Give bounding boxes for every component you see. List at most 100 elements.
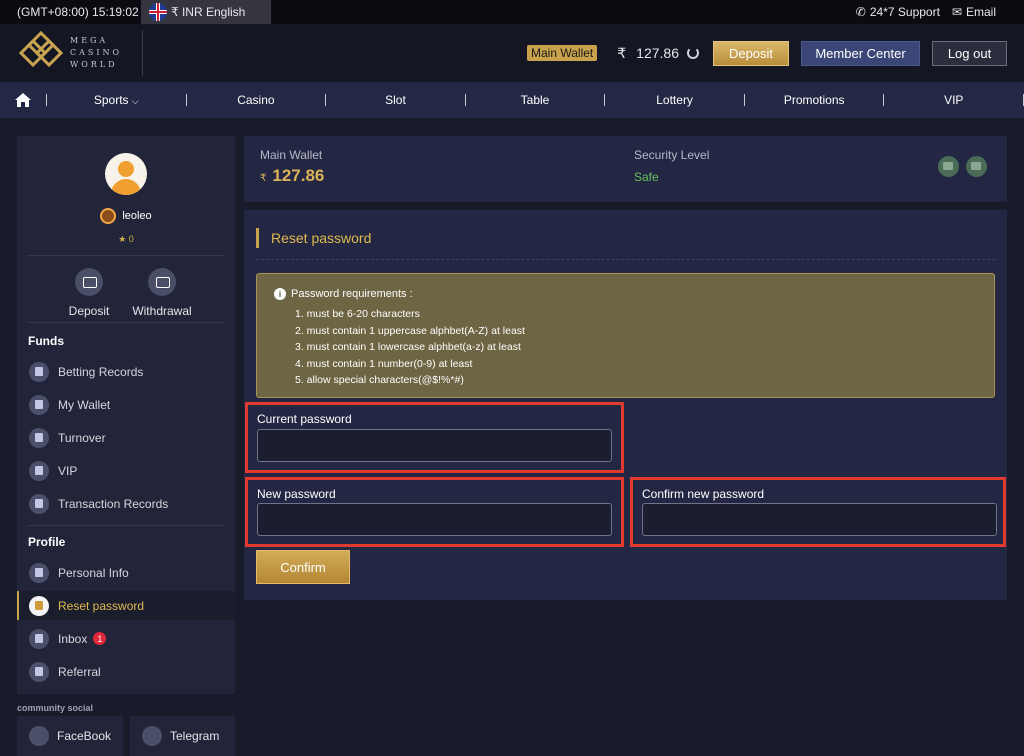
confirm-button[interactable]: Confirm — [256, 550, 350, 584]
email-link[interactable]: ✉ Email — [952, 5, 996, 19]
phone-icon: ✆ — [855, 5, 866, 19]
header-balance: ₹ 127.86 — [617, 45, 699, 62]
sidebar-item-label: Reset password — [58, 598, 145, 613]
support-label: 24*7 Support — [869, 5, 940, 19]
user-info: leoleo — [17, 208, 235, 224]
sidebar-item-personal-info[interactable]: Personal Info — [17, 558, 235, 587]
profile-section-title: Profile — [28, 535, 66, 549]
logo-mark-icon — [18, 30, 64, 74]
referral-icon — [29, 661, 49, 682]
sidebar-item-label: Betting Records — [58, 364, 144, 379]
turnover-icon — [29, 427, 49, 448]
requirement-item: 1. must be 6-20 characters — [295, 308, 420, 320]
requirement-item: 4. must contain 1 number(0-9) at least — [295, 357, 473, 370]
sidebar-item-label: Referral — [58, 664, 101, 679]
requirements-title: Password requirements : — [291, 288, 413, 300]
current-password-label: Current password — [257, 412, 352, 426]
nav-slot[interactable]: Slot — [326, 93, 465, 107]
divider — [27, 322, 225, 323]
transaction-records-icon — [29, 493, 49, 514]
header: MEGA CASINO WORLD Main Wallet ₹ 127.86 D… — [0, 24, 1024, 82]
wallet-icon — [29, 394, 49, 415]
site-logo[interactable]: MEGA CASINO WORLD — [18, 30, 144, 76]
quick-deposit-button[interactable]: Deposit — [54, 268, 124, 318]
new-password-input[interactable] — [257, 503, 612, 536]
password-requirements: i Password requirements : 1. must be 6-2… — [256, 273, 995, 398]
new-password-group: New password — [245, 477, 624, 547]
sidebar-item-betting-records[interactable]: Betting Records — [17, 357, 235, 386]
language-selector[interactable]: ₹ INR English — [141, 0, 271, 24]
sidebar-item-reset-password[interactable]: Reset password — [17, 591, 235, 620]
user-icon — [29, 562, 49, 583]
refresh-icon[interactable] — [687, 47, 699, 59]
sidebar-item-turnover[interactable]: Turnover — [17, 423, 235, 452]
requirement-item: 2. must contain 1 uppercase alphbet(A-Z)… — [295, 324, 525, 337]
nav-vip[interactable]: VIP — [884, 93, 1023, 107]
sidebar-item-inbox[interactable]: Inbox 1 — [17, 624, 235, 653]
currency-symbol: ₹ — [260, 173, 267, 184]
avatar — [105, 153, 147, 195]
main-wallet-value: 127.86 — [272, 166, 325, 185]
star-count: ★ 0 — [118, 234, 134, 244]
quick-withdrawal-button[interactable]: Withdrawal — [127, 268, 197, 318]
divider — [256, 259, 995, 260]
nav-sports[interactable]: Sports ⌵ — [47, 93, 186, 107]
quick-withdrawal-label: Withdrawal — [132, 304, 192, 318]
sidebar-item-label: My Wallet — [58, 397, 111, 412]
rank-medal-icon — [100, 208, 117, 224]
sidebar-item-vip[interactable]: VIP — [17, 456, 235, 485]
email-label: Email — [965, 5, 996, 19]
nav-promotions[interactable]: Promotions — [745, 93, 884, 107]
language-label: ₹ INR English — [171, 5, 246, 19]
security-level-label: Security Level — [634, 148, 710, 162]
new-password-label: New password — [257, 487, 336, 501]
current-password-input[interactable] — [257, 429, 612, 462]
requirement-item: 5. allow special characters(@$!%*#) — [295, 374, 464, 386]
sidebar-item-label: Inbox — [58, 631, 88, 646]
sidebar-item-my-wallet[interactable]: My Wallet — [17, 390, 235, 419]
home-icon[interactable] — [0, 92, 46, 108]
deposit-icon — [75, 268, 103, 296]
vip-crown-icon — [29, 460, 49, 481]
nav-table[interactable]: Table — [466, 93, 605, 107]
wallet-summary: Main Wallet ₹127.86 Security Level Safe — [244, 136, 1007, 202]
member-center-button[interactable]: Member Center — [801, 40, 920, 66]
sidebar: leoleo ★ 0 Deposit Withdrawal Funds Bett… — [17, 136, 235, 694]
security-level-value: Safe — [634, 170, 659, 184]
support-link[interactable]: ✆ 24*7 Support — [856, 5, 940, 19]
sidebar-item-transaction-records[interactable]: Transaction Records — [17, 489, 235, 518]
main-wallet-amount: ₹127.86 — [260, 166, 324, 186]
sidebar-item-label: Personal Info — [58, 565, 129, 580]
phone-verify-icon[interactable] — [966, 156, 987, 177]
page-title: Reset password — [256, 228, 371, 248]
deposit-button[interactable]: Deposit — [713, 40, 789, 66]
sidebar-item-referral[interactable]: Referral — [17, 657, 235, 686]
confirm-password-input[interactable] — [642, 503, 997, 536]
main-wallet-label: Main Wallet — [260, 148, 323, 162]
facebook-button[interactable]: FaceBook — [17, 716, 123, 756]
email-verify-icon[interactable] — [938, 156, 959, 177]
telegram-label: Telegram — [170, 729, 220, 743]
divider — [27, 255, 225, 256]
confirm-password-label: Confirm new password — [642, 487, 765, 501]
reset-password-panel: Reset password i Password requirements :… — [244, 210, 1007, 600]
betting-records-icon — [29, 361, 49, 382]
facebook-label: FaceBook — [57, 729, 112, 743]
nav-lottery[interactable]: Lottery — [605, 93, 744, 107]
uk-flag-icon — [149, 3, 167, 21]
withdrawal-icon — [148, 268, 176, 296]
sidebar-item-label: Transaction Records — [58, 496, 169, 511]
quick-deposit-label: Deposit — [68, 304, 110, 318]
main-wallet-tag: Main Wallet — [527, 45, 598, 61]
chevron-down-icon: ⌵ — [131, 96, 139, 106]
telegram-button[interactable]: Telegram — [130, 716, 235, 756]
current-password-group: Current password — [245, 402, 624, 473]
sidebar-item-label: Turnover — [58, 430, 106, 445]
facebook-icon — [29, 726, 49, 746]
main-nav: Sports ⌵ Casino Slot Table Lottery Promo… — [0, 82, 1024, 118]
nav-casino[interactable]: Casino — [187, 93, 326, 107]
telegram-icon — [142, 726, 162, 746]
top-bar: (GMT+08:00) 15:19:02 ₹ INR English ✆ 24*… — [0, 0, 1024, 24]
clock: (GMT+08:00) 15:19:02 — [17, 5, 139, 19]
logout-button[interactable]: Log out — [932, 40, 1007, 66]
